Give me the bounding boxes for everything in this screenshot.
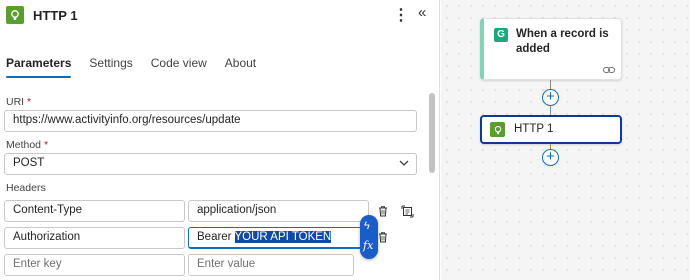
- selected-text: YOUR API TOKEN: [234, 231, 332, 243]
- headers-label: Headers: [6, 182, 46, 194]
- http-action-icon: [6, 6, 24, 24]
- trigger-title: When a record is added: [516, 28, 609, 55]
- panel-title[interactable]: HTTP 1: [33, 8, 78, 23]
- new-header-value-input[interactable]: Enter value: [188, 254, 354, 276]
- uri-label-text: URI: [6, 96, 25, 108]
- header-value-prefix: Bearer: [197, 231, 235, 243]
- dynamic-content-toolbar: ϟ fx: [360, 215, 378, 259]
- tab-code-view[interactable]: Code view: [151, 56, 207, 78]
- action-title: HTTP 1: [514, 123, 554, 135]
- method-select[interactable]: POST: [4, 153, 417, 175]
- expression-icon[interactable]: fx: [363, 239, 373, 252]
- tab-settings[interactable]: Settings: [89, 56, 132, 78]
- tab-about[interactable]: About: [225, 56, 256, 78]
- http-action-card[interactable]: HTTP 1: [480, 115, 622, 144]
- action-details-panel: HTTP 1 ⋮ « Parameters Settings Code view…: [0, 0, 440, 280]
- required-mark: *: [43, 139, 49, 151]
- method-label-text: Method: [6, 139, 42, 151]
- new-header-key-input[interactable]: Enter key: [4, 254, 185, 276]
- chevron-down-icon: [399, 160, 409, 166]
- method-value: POST: [13, 157, 45, 169]
- uri-input[interactable]: https://www.activityinfo.org/resources/u…: [4, 110, 417, 132]
- more-options-icon[interactable]: ⋮: [393, 5, 409, 25]
- header-key-input[interactable]: Authorization: [4, 227, 185, 249]
- designer-canvas: G When a record is added + HTTP 1 +: [441, 0, 690, 280]
- tab-parameters[interactable]: Parameters: [6, 56, 72, 78]
- delete-icon[interactable]: [377, 231, 389, 243]
- collapse-panel-icon[interactable]: «: [418, 4, 427, 21]
- delete-icon[interactable]: [377, 205, 389, 217]
- panel-tabs: Parameters Settings Code view About: [6, 56, 274, 78]
- http-action-icon: [490, 122, 505, 137]
- header-value-input[interactable]: Bearer YOUR API TOKEN: [188, 227, 362, 249]
- add-step-button[interactable]: +: [542, 149, 559, 166]
- required-mark: *: [27, 96, 32, 108]
- add-step-button[interactable]: +: [542, 89, 559, 106]
- header-key-input[interactable]: Content-Type: [4, 200, 185, 222]
- activityinfo-icon: G: [494, 28, 508, 42]
- method-label: Method *: [6, 139, 48, 151]
- trigger-card[interactable]: G When a record is added: [480, 18, 622, 80]
- switch-to-text-mode-icon[interactable]: [401, 205, 414, 218]
- link-icon: [603, 67, 615, 73]
- uri-label: URI *: [6, 96, 31, 108]
- header-value-input[interactable]: application/json: [188, 200, 369, 222]
- dynamic-content-icon[interactable]: ϟ: [364, 220, 370, 232]
- panel-scrollbar[interactable]: [429, 93, 435, 173]
